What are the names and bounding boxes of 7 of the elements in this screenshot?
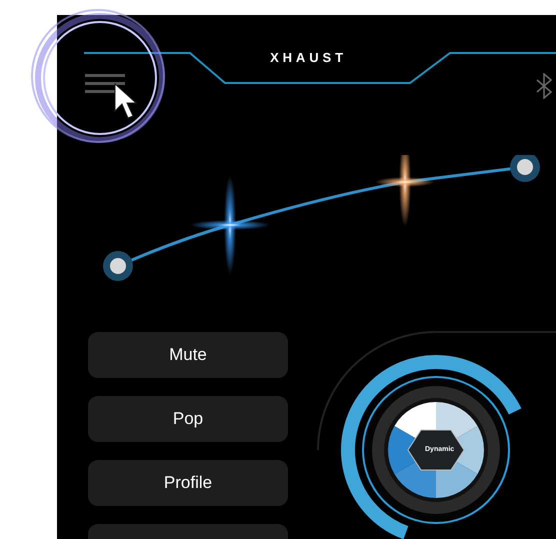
menu-icon[interactable] [85, 74, 125, 93]
option-button[interactable]: Mute [88, 332, 288, 378]
mode-dial-drawing[interactable] [316, 330, 556, 539]
cursor-icon [114, 83, 138, 120]
app-title: XHAUST [269, 49, 347, 67]
option-button[interactable]: Pop [88, 396, 288, 442]
option-button[interactable]: Profile [88, 460, 288, 506]
